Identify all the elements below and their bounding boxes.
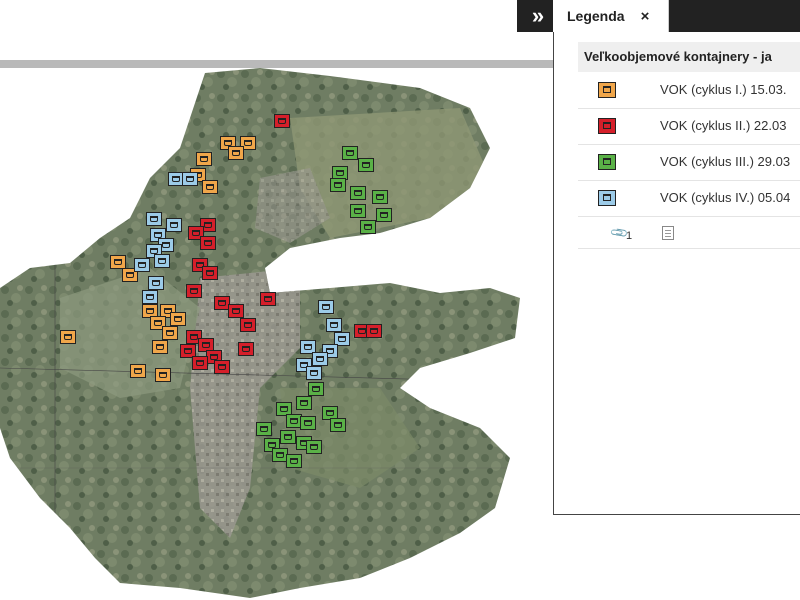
container-marker-cycle-4[interactable] <box>148 276 164 290</box>
legend-item-label: VOK (cyklus II.) 22.03 <box>660 118 787 133</box>
container-icon <box>598 154 616 170</box>
container-marker-cycle-3[interactable] <box>296 396 312 410</box>
container-marker-cycle-3[interactable] <box>360 220 376 234</box>
container-marker-cycle-2[interactable] <box>366 324 382 338</box>
container-marker-cycle-3[interactable] <box>306 440 322 454</box>
legend-tab-title: Legenda <box>567 8 625 24</box>
container-marker-cycle-2[interactable] <box>274 114 290 128</box>
container-marker-cycle-1[interactable] <box>60 330 76 344</box>
container-marker-cycle-4[interactable] <box>182 172 198 186</box>
container-marker-cycle-3[interactable] <box>308 382 324 396</box>
container-marker-cycle-4[interactable] <box>154 254 170 268</box>
container-marker-cycle-4[interactable] <box>146 212 162 226</box>
container-marker-cycle-3[interactable] <box>300 416 316 430</box>
container-marker-cycle-2[interactable] <box>200 236 216 250</box>
container-marker-cycle-2[interactable] <box>214 360 230 374</box>
container-marker-cycle-3[interactable] <box>342 146 358 160</box>
container-marker-cycle-4[interactable] <box>326 318 342 332</box>
attachment-count: 1 <box>626 230 633 242</box>
container-marker-cycle-3[interactable] <box>350 204 366 218</box>
map-view[interactable] <box>0 68 555 600</box>
legend-item: VOK (cyklus III.) 29.03 <box>578 144 800 181</box>
legend-item: VOK (cyklus II.) 22.03 <box>578 108 800 145</box>
container-marker-cycle-3[interactable] <box>350 186 366 200</box>
container-marker-cycle-1[interactable] <box>130 364 146 378</box>
container-marker-cycle-2[interactable] <box>228 304 244 318</box>
container-icon <box>598 82 616 98</box>
container-marker-cycle-1[interactable] <box>228 146 244 160</box>
container-marker-cycle-4[interactable] <box>142 290 158 304</box>
container-marker-cycle-1[interactable] <box>155 368 171 382</box>
close-icon[interactable]: × <box>641 8 650 25</box>
container-marker-cycle-3[interactable] <box>376 208 392 222</box>
container-marker-cycle-4[interactable] <box>318 300 334 314</box>
container-marker-cycle-2[interactable] <box>240 318 256 332</box>
container-icon <box>598 118 616 134</box>
container-marker-cycle-1[interactable] <box>170 312 186 326</box>
legend-item: VOK (cyklus IV.) 05.04 <box>578 180 800 217</box>
container-marker-cycle-2[interactable] <box>260 292 276 306</box>
container-marker-cycle-1[interactable] <box>152 340 168 354</box>
container-marker-cycle-3[interactable] <box>358 158 374 172</box>
container-marker-cycle-4[interactable] <box>134 258 150 272</box>
container-marker-cycle-4[interactable] <box>306 366 322 380</box>
map-top-border <box>0 60 555 68</box>
legend-item-label: VOK (cyklus I.) 15.03. <box>660 82 787 97</box>
container-marker-cycle-1[interactable] <box>202 180 218 194</box>
legend-panel: Veľkoobjemové kontajnery - ja VOK (cyklu… <box>553 32 800 515</box>
tab-legenda[interactable]: Legenda × <box>553 0 669 32</box>
legend-item: VOK (cyklus I.) 15.03. <box>578 72 800 109</box>
container-marker-cycle-4[interactable] <box>166 218 182 232</box>
container-marker-cycle-3[interactable] <box>330 418 346 432</box>
container-marker-cycle-2[interactable] <box>186 284 202 298</box>
layer-title: Veľkoobjemové kontajnery - ja <box>578 42 800 72</box>
container-marker-cycle-3[interactable] <box>372 190 388 204</box>
double-chevron-right-icon: » <box>531 3 545 28</box>
container-marker-cycle-1[interactable] <box>110 255 126 269</box>
container-marker-cycle-2[interactable] <box>202 266 218 280</box>
document-icon[interactable] <box>662 226 674 240</box>
attachment-row: 📎 1 <box>578 220 800 249</box>
container-marker-cycle-1[interactable] <box>162 326 178 340</box>
container-marker-cycle-4[interactable] <box>312 352 328 366</box>
legend-item-label: VOK (cyklus III.) 29.03 <box>660 154 791 169</box>
container-marker-cycle-3[interactable] <box>256 422 272 436</box>
container-marker-cycle-3[interactable] <box>330 178 346 192</box>
container-marker-cycle-2[interactable] <box>192 356 208 370</box>
container-marker-cycle-1[interactable] <box>196 152 212 166</box>
container-marker-cycle-3[interactable] <box>286 454 302 468</box>
container-icon <box>598 190 616 206</box>
aerial-basemap <box>0 68 520 598</box>
container-marker-cycle-3[interactable] <box>280 430 296 444</box>
container-marker-cycle-2[interactable] <box>238 342 254 356</box>
legend-item-label: VOK (cyklus IV.) 05.04 <box>660 190 791 205</box>
panel-toggle-button[interactable]: » <box>517 0 553 32</box>
